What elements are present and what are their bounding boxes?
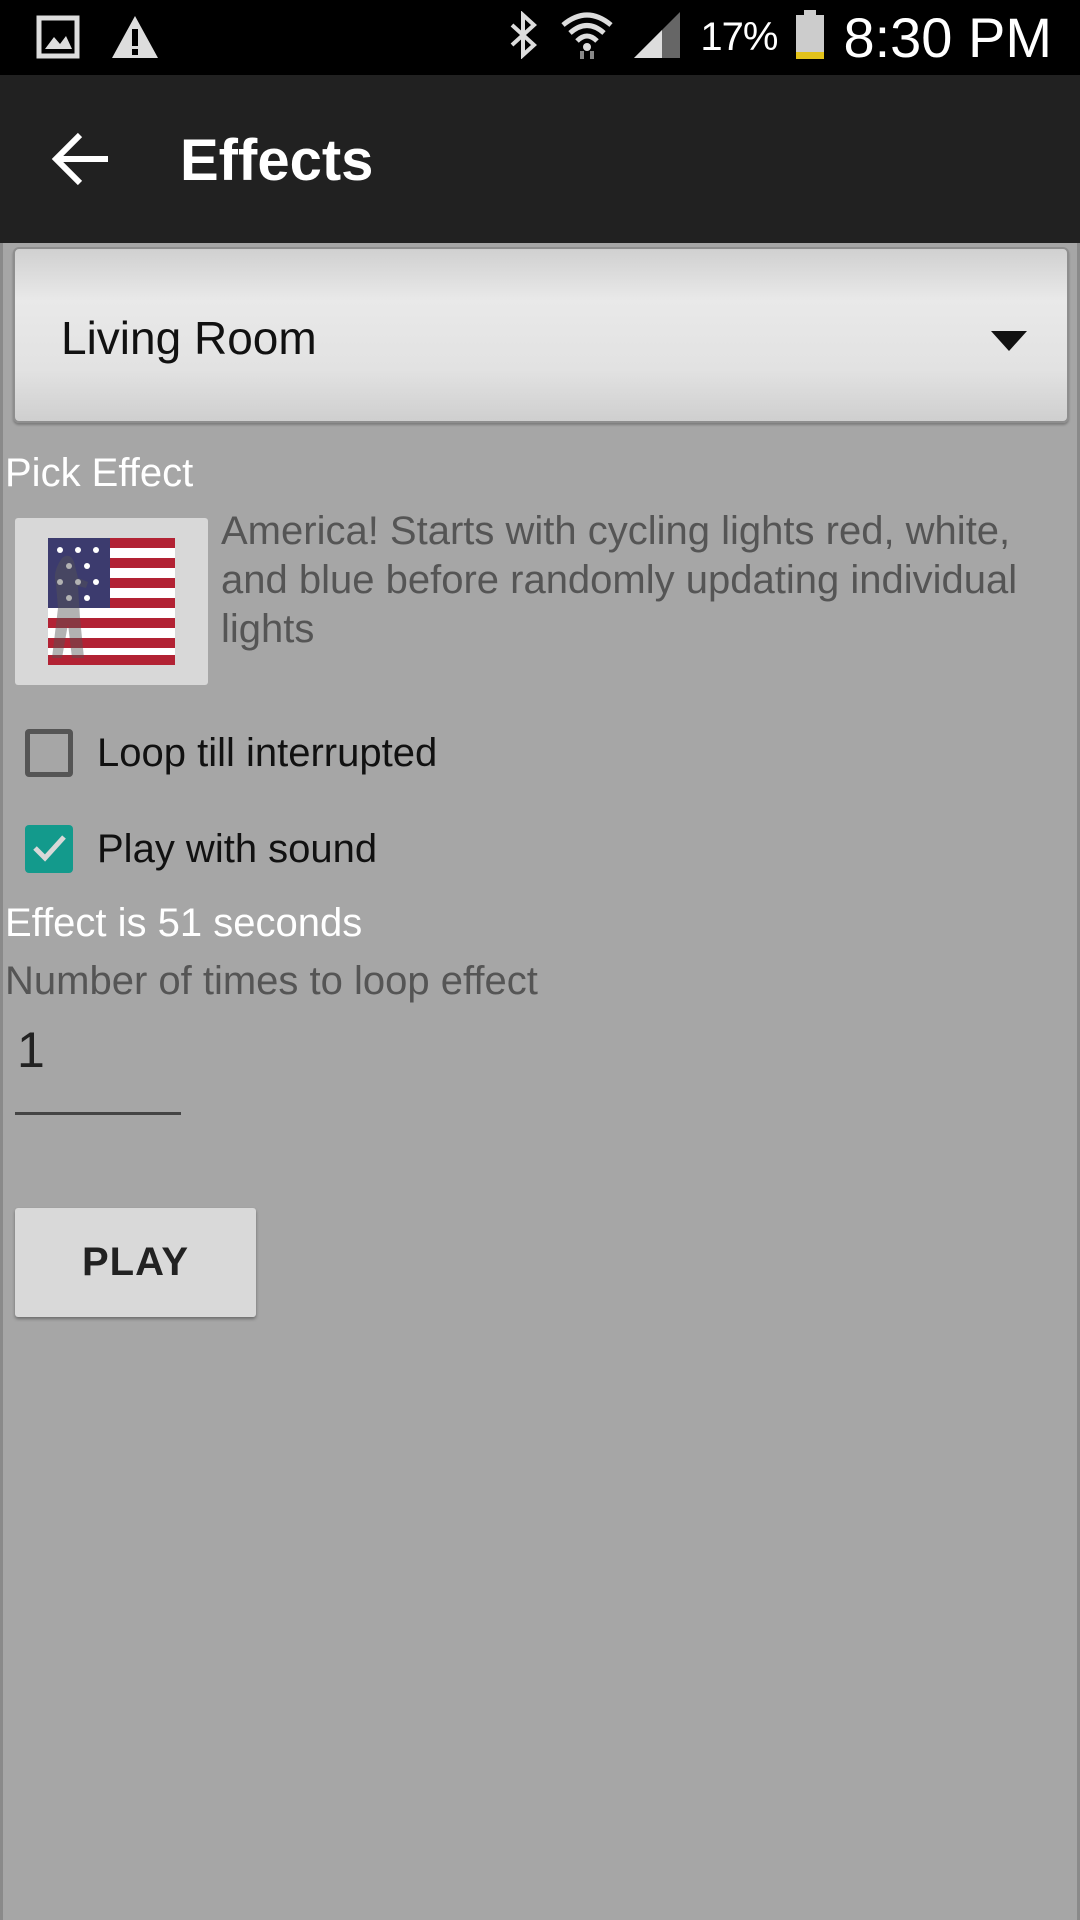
back-button[interactable] (50, 131, 114, 187)
arrow-back-icon (50, 132, 114, 191)
status-bar: 17% 8:30 PM (0, 0, 1080, 75)
loop-count-value: 1 (17, 1022, 45, 1078)
wifi-icon (560, 9, 614, 66)
effects-screen: 17% 8:30 PM Effects Living Room Pick Eff… (0, 0, 1080, 1920)
gallery-icon (36, 15, 80, 64)
loop-checkbox[interactable] (25, 729, 73, 777)
bluetooth-icon (506, 10, 542, 64)
sound-checkbox-label: Play with sound (97, 826, 378, 871)
loop-count-label: Number of times to loop effect (5, 959, 538, 1003)
dropdown-arrow-icon (991, 331, 1027, 351)
status-left-icons (36, 14, 160, 65)
battery-icon (795, 10, 825, 65)
play-button[interactable]: PLAY (15, 1208, 256, 1317)
page-title: Effects (180, 128, 374, 193)
warning-icon (110, 14, 160, 65)
loop-checkbox-label: Loop till interrupted (97, 730, 438, 775)
sound-checkbox-row[interactable]: Play with sound (25, 819, 377, 879)
battery-percent: 17% (700, 15, 778, 59)
effect-duration: Effect is 51 seconds (5, 901, 363, 945)
room-spinner[interactable]: Living Room (13, 247, 1069, 423)
signal-icon (632, 10, 682, 65)
loop-count-input[interactable]: 1 (15, 1011, 181, 1115)
effect-thumbnail[interactable] (15, 518, 208, 685)
content-area: Living Room Pick Effect America! Starts … (0, 243, 1080, 1920)
loop-checkbox-row[interactable]: Loop till interrupted (25, 723, 437, 783)
room-spinner-value: Living Room (61, 312, 317, 364)
clock: 8:30 PM (843, 6, 1052, 69)
effect-description: America! Starts with cycling lights red,… (221, 509, 1018, 651)
checkmark-icon (29, 827, 69, 872)
pick-effect-label: Pick Effect (5, 451, 194, 495)
status-right-icons: 17% 8:30 PM (506, 0, 1052, 75)
sound-checkbox[interactable] (25, 825, 73, 873)
app-bar: Effects (0, 75, 1080, 243)
